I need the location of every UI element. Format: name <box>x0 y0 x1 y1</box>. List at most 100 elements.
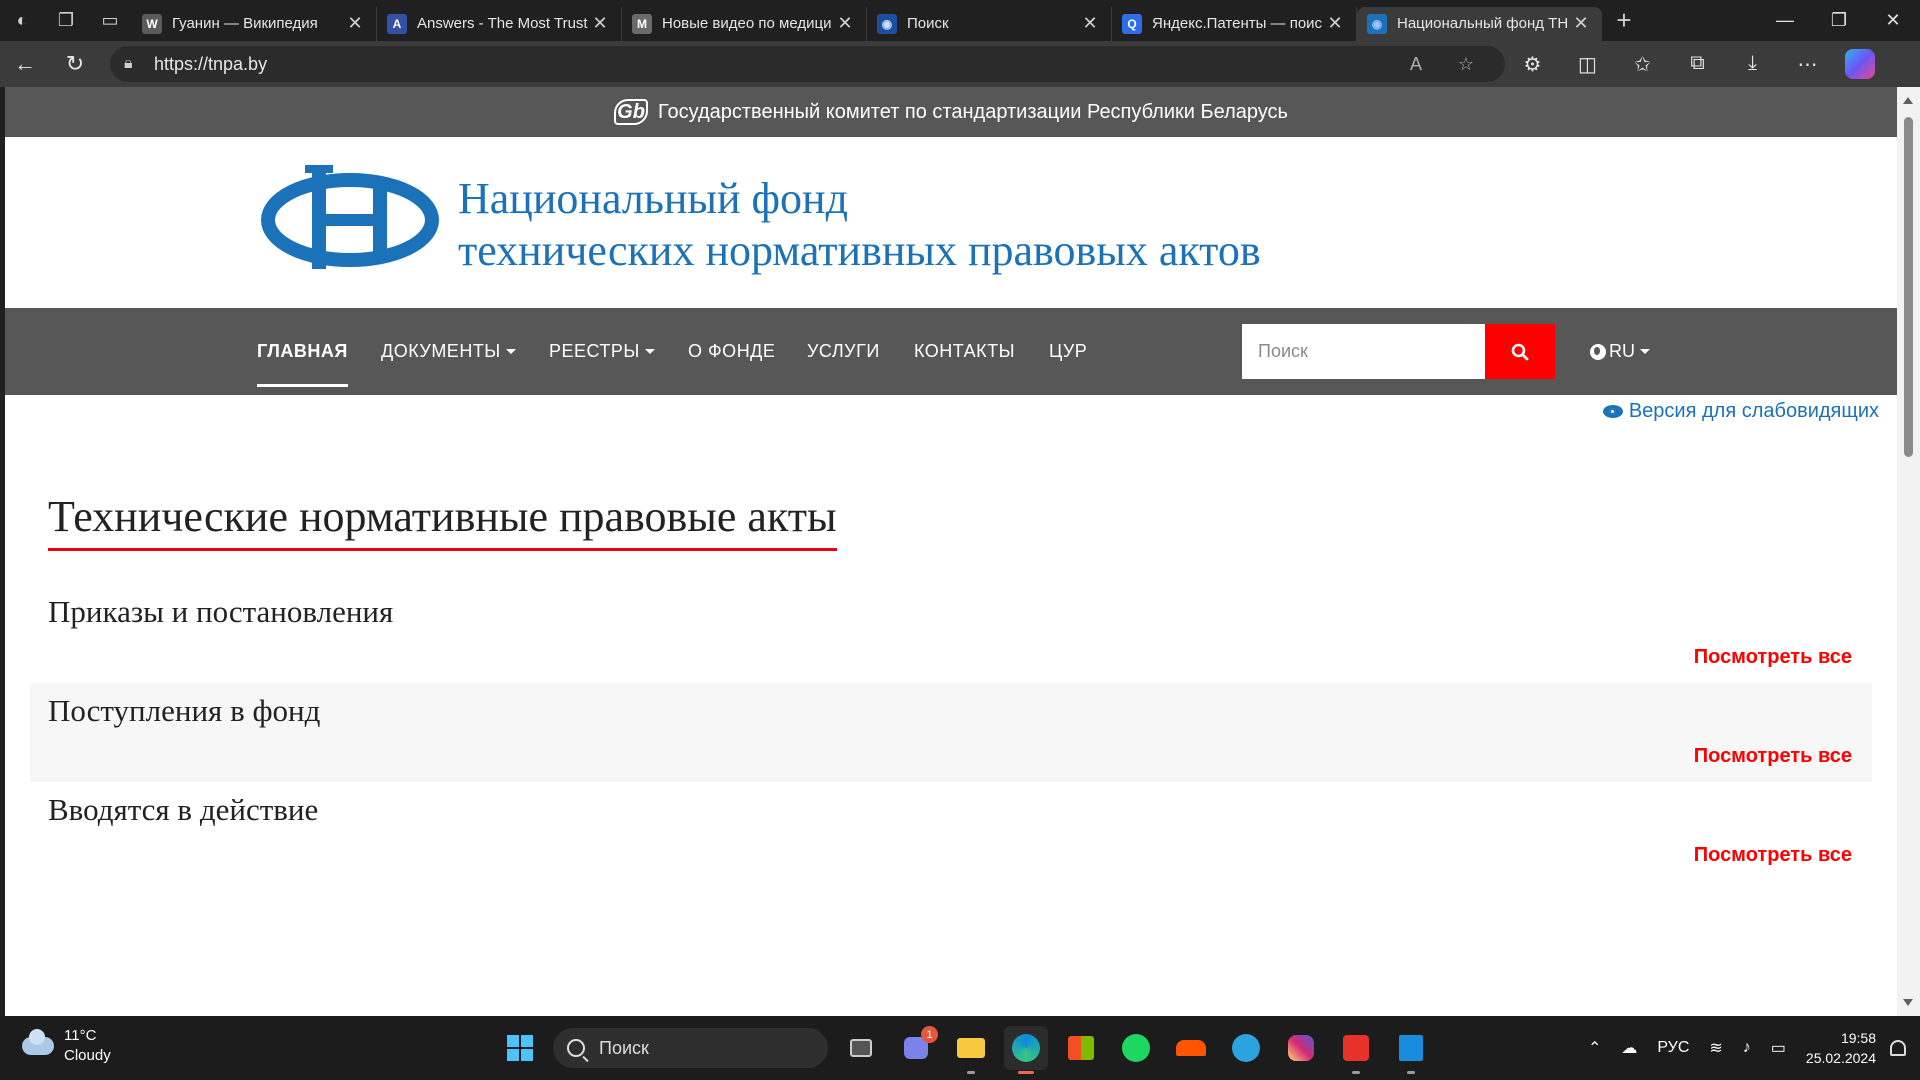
caret-down-icon <box>1640 349 1650 354</box>
scrollbar-thumb[interactable] <box>1904 117 1913 457</box>
back-arrow-icon[interactable]: ← <box>0 44 50 84</box>
refresh-icon[interactable]: ↻ <box>50 44 100 84</box>
browser-tab-1[interactable]: A Answers - The Most Trust ✕ <box>377 6 622 41</box>
favorites-icon[interactable]: ✩ <box>1615 52 1670 77</box>
search-button[interactable] <box>1485 324 1555 379</box>
close-tab-icon[interactable]: ✕ <box>344 13 366 34</box>
volume-icon[interactable]: ♪ <box>1743 1039 1751 1057</box>
edge-browser-icon[interactable] <box>1004 1026 1048 1074</box>
clock[interactable]: 19:58 25.02.2024 <box>1806 1028 1876 1068</box>
soundcloud-icon[interactable] <box>1169 1026 1213 1070</box>
close-tab-icon[interactable]: ✕ <box>1570 13 1592 34</box>
read-aloud-icon[interactable]: A <box>1391 54 1441 75</box>
nav-item-sdg[interactable]: ЦУР <box>1049 308 1087 395</box>
nav-label: ГЛАВНАЯ <box>257 341 348 361</box>
browser-tab-strip: ◐ ❐ ▭ W Гуанин — Википедия ✕ A Answers -… <box>0 0 1920 41</box>
nav-item-about[interactable]: О ФОНДЕ <box>688 308 775 395</box>
section-coming-into-force: Вводятся в действие Посмотреть все <box>30 782 1872 881</box>
browser-tab-0[interactable]: W Гуанин — Википедия ✕ <box>132 6 377 41</box>
anydesk-icon[interactable] <box>1334 1026 1378 1074</box>
browser-tab-2[interactable]: M Новые видео по медици ✕ <box>622 6 867 41</box>
browser-tab-4[interactable]: Q Яндекс.Патенты — поис ✕ <box>1112 6 1357 41</box>
scroll-up-arrow-icon[interactable] <box>1903 97 1913 104</box>
browser-tab-5-active[interactable]: ◉ Национальный фонд ТН ✕ <box>1357 6 1602 41</box>
nav-item-registries[interactable]: РЕЕСТРЫ <box>549 308 655 395</box>
lock-icon[interactable]: 🔒︎ <box>124 55 154 73</box>
address-bar[interactable]: 🔒︎ https://tnpa.by A ☆ <box>110 46 1505 82</box>
extensions-icon[interactable]: ⚙ <box>1505 52 1560 77</box>
nav-label: УСЛУГИ <box>807 341 880 361</box>
nav-item-contacts[interactable]: КОНТАКТЫ <box>914 308 1015 395</box>
section-orders: Приказы и постановления Посмотреть все <box>30 584 1872 683</box>
nav-item-documents[interactable]: ДОКУМЕНТЫ <box>381 308 516 395</box>
instagram-icon[interactable] <box>1279 1026 1323 1070</box>
low-vision-label: Версия для слабовидящих <box>1628 400 1879 422</box>
task-view-icon[interactable] <box>839 1026 883 1070</box>
url-text[interactable]: https://tnpa.by <box>154 54 1391 75</box>
ms-store-icon[interactable] <box>1059 1026 1103 1070</box>
restore-window-icon[interactable]: ❐ <box>1812 0 1866 41</box>
onedrive-icon[interactable]: ☁ <box>1621 1038 1637 1058</box>
windows-logo-icon <box>507 1035 533 1061</box>
show-hidden-icons-chevron-icon[interactable]: ⌃ <box>1588 1038 1601 1058</box>
browser-tab-3[interactable]: ◉ Поиск ✕ <box>867 6 1112 41</box>
file-explorer-icon[interactable] <box>949 1026 993 1074</box>
low-vision-version-link[interactable]: Версия для слабовидящих <box>1602 400 1879 423</box>
site-name-line2: технических нормативных правовых актов <box>458 226 1261 275</box>
profile-avatar-icon[interactable]: ◐ <box>0 0 44 41</box>
telegram-icon[interactable] <box>1224 1026 1268 1070</box>
split-screen-icon[interactable]: ◫ <box>1560 52 1615 77</box>
search-icon <box>1511 343 1529 360</box>
tab-title: Новые видео по медици <box>662 15 832 32</box>
view-all-link[interactable]: Посмотреть все <box>1694 844 1852 867</box>
view-all-link[interactable]: Посмотреть все <box>1694 646 1852 669</box>
site-name[interactable]: Национальный фонд технических нормативны… <box>458 173 1261 277</box>
downloads-icon[interactable]: ⤓ <box>1725 52 1780 77</box>
search-icon <box>567 1039 585 1057</box>
section-title: Поступления в фонд <box>48 693 321 728</box>
more-menu-icon[interactable]: ⋯ <box>1780 52 1835 77</box>
favorite-star-icon[interactable]: ☆ <box>1441 54 1491 75</box>
minimize-window-icon[interactable]: — <box>1758 0 1812 41</box>
nav-label: ДОКУМЕНТЫ <box>381 341 501 361</box>
nav-item-services[interactable]: УСЛУГИ <box>807 308 880 395</box>
taskbar-search-label: Поиск <box>599 1037 649 1058</box>
clock-time: 19:58 <box>1840 1030 1876 1046</box>
weather-temp: 11°C <box>64 1027 97 1044</box>
video-favicon-icon: M <box>632 13 652 34</box>
globe-icon <box>1590 343 1606 360</box>
view-all-link[interactable]: Посмотреть все <box>1694 745 1852 768</box>
gos-committee-bar: Gb Государственный комитет по стандартиз… <box>5 87 1897 137</box>
workspaces-icon[interactable]: ❐ <box>44 0 88 41</box>
wifi-icon[interactable]: ≋ <box>1709 1038 1722 1058</box>
taskbar-search[interactable]: Поиск <box>553 1028 828 1068</box>
close-tab-icon[interactable]: ✕ <box>834 13 856 34</box>
spotify-icon[interactable] <box>1114 1026 1158 1070</box>
close-tab-icon[interactable]: ✕ <box>1079 13 1101 34</box>
nav-item-home[interactable]: ГЛАВНАЯ <box>257 308 348 395</box>
search-favicon-icon: ◉ <box>877 13 897 34</box>
start-windows-icon[interactable] <box>498 1026 542 1070</box>
gos-committee-text[interactable]: Государственный комитет по стандартизаци… <box>658 101 1288 124</box>
input-language[interactable]: РУС <box>1657 1039 1689 1057</box>
collections-icon[interactable]: ⧉ <box>1670 52 1725 77</box>
page-scrollbar[interactable] <box>1897 87 1920 1016</box>
weather-widget[interactable]: 11°C Cloudy <box>22 1026 111 1066</box>
app-window-icon[interactable] <box>1389 1026 1433 1074</box>
teams-chat-icon[interactable]: 1 <box>894 1026 938 1070</box>
language-selector[interactable]: RU <box>1590 308 1650 395</box>
copilot-icon[interactable] <box>1845 49 1875 79</box>
notifications-bell-icon[interactable] <box>1890 1040 1906 1056</box>
site-header: Национальный фонд технических нормативны… <box>5 137 1897 308</box>
vertical-tabs-icon[interactable]: ▭ <box>88 0 132 41</box>
system-tray: ⌃ ☁ РУС ≋ ♪ ▭ 19:58 25.02.2024 <box>1578 1016 1920 1080</box>
tab-title: Национальный фонд ТН <box>1397 15 1569 32</box>
scroll-down-arrow-icon[interactable] <box>1903 999 1913 1006</box>
search-input[interactable] <box>1242 324 1485 379</box>
new-tab-button[interactable]: + <box>1602 5 1646 36</box>
close-tab-icon[interactable]: ✕ <box>589 13 611 34</box>
close-tab-icon[interactable]: ✕ <box>1324 13 1346 34</box>
tnpa-logo-icon[interactable] <box>257 165 443 275</box>
battery-icon[interactable]: ▭ <box>1771 1038 1786 1058</box>
close-window-icon[interactable]: ✕ <box>1866 0 1920 41</box>
